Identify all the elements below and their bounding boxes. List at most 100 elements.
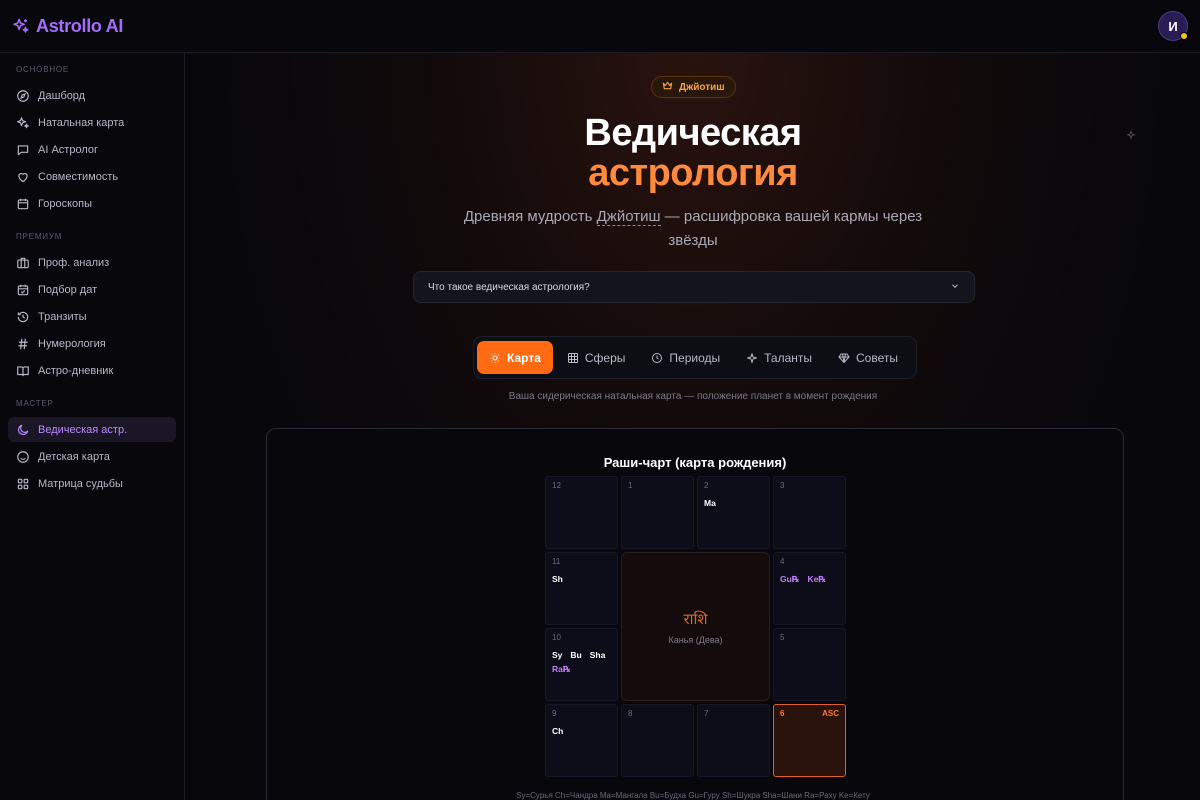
jyotish-badge: Джйотиш — [651, 76, 736, 98]
chart-legend: Sy=Сурья Ch=Чандра Ma=Мангала Bu=Будха G… — [516, 791, 870, 800]
house-cell-4[interactable]: 4 Gu℞ Ke℞ — [773, 552, 846, 625]
sidebar-item-vedic-astrology[interactable]: Ведическая астр. — [8, 417, 176, 442]
house-cell-6[interactable]: 6 ASC — [773, 704, 846, 777]
subtitle-text: Древняя мудрость — [463, 208, 597, 225]
house-cell-12[interactable]: 12 — [545, 476, 618, 549]
house-cell-1[interactable]: 1 — [621, 476, 694, 549]
planet-label: Gu℞ — [780, 574, 800, 584]
sparkles-icon — [16, 116, 30, 130]
house-cell-5[interactable]: 5 — [773, 628, 846, 701]
sidebar-item-label: Гороскопы — [38, 197, 92, 210]
brand[interactable]: Astrollo AI — [12, 16, 123, 37]
planet-label: Sha — [589, 650, 606, 660]
sidebar-item-label: Детская карта — [38, 450, 110, 463]
chat-icon — [16, 143, 30, 157]
hash-icon — [16, 337, 30, 351]
sidebar-item-label: Астро-дневник — [38, 364, 114, 377]
house-cell-2[interactable]: 2 Ma — [697, 476, 770, 549]
sidebar-item-label: Дашборд — [38, 89, 86, 102]
sidebar-item-date-picker[interactable]: Подбор дат — [8, 277, 176, 302]
compass-icon — [16, 89, 30, 103]
chevron-down-icon — [950, 281, 960, 294]
house-cell-11[interactable]: 11 Sh — [545, 552, 618, 625]
calendar-check-icon — [16, 283, 30, 297]
accordion-label: Что такое ведическая астрология? — [428, 281, 590, 293]
sidebar-item-dashboard[interactable]: Дашборд — [8, 83, 176, 108]
tab-label: Сферы — [584, 350, 626, 365]
history-icon — [16, 310, 30, 324]
center-sign: Канья (Дева) — [668, 634, 723, 645]
house-cell-7[interactable]: 7 — [697, 704, 770, 777]
house-number: 1 — [628, 481, 633, 490]
sidebar-item-natal-chart[interactable]: Натальная карта — [8, 110, 176, 135]
asc-label: ASC — [822, 709, 839, 718]
house-planets: Sh — [552, 572, 611, 586]
tab-periods[interactable]: Периоды — [639, 341, 732, 374]
sidebar-item-label: Матрица судьбы — [38, 477, 123, 490]
grid-icon — [16, 477, 30, 491]
planet-label: Ra℞ — [552, 664, 571, 674]
subtitle-text: — расшифровка вашей кармы через звёзды — [660, 208, 923, 249]
tab-advice[interactable]: Советы — [826, 341, 910, 374]
sidebar-item-label: Совместимость — [38, 170, 119, 183]
house-number: 5 — [780, 633, 785, 642]
house-cell-10[interactable]: 10 Sy Bu Sha Ra℞ — [545, 628, 618, 701]
moon-icon — [16, 423, 30, 437]
planet-label: Bu — [570, 650, 582, 660]
sidebar-item-label: AI Астролог — [38, 143, 98, 156]
tab-label: Таланты — [764, 350, 812, 365]
tab-caption: Ваша сидерическая натальная карта — поло… — [508, 391, 878, 402]
sidebar-item-label: Ведическая астр. — [38, 423, 128, 436]
house-number: 8 — [628, 709, 633, 718]
sparkle-decoration-icon — [1125, 129, 1137, 141]
sidebar-item-label: Транзиты — [38, 310, 87, 323]
faq-accordion[interactable]: Что такое ведическая астрология? — [413, 271, 975, 303]
clock-icon — [651, 352, 663, 364]
tab-spheres[interactable]: Сферы — [555, 341, 638, 374]
tab-label: Периоды — [669, 350, 721, 365]
house-number: 7 — [704, 709, 709, 718]
page-title: Ведическая астрология — [186, 113, 1200, 193]
house-planets: Sy Bu Sha Ra℞ — [552, 648, 611, 676]
sidebar-item-child-chart[interactable]: Детская карта — [8, 444, 176, 469]
sidebar: ОСНОВНОЕ Дашборд Натальная карта AI Астр… — [0, 53, 185, 800]
sidebar-item-transits[interactable]: Транзиты — [8, 304, 176, 329]
planet-label: Sh — [552, 574, 563, 584]
sidebar-item-numerology[interactable]: Нумерология — [8, 331, 176, 356]
house-planets: Ch — [552, 724, 611, 738]
sidebar-item-ai-astrologer[interactable]: AI Астролог — [8, 137, 176, 162]
planet-label: Sy — [552, 650, 563, 660]
sparkle-icon — [746, 352, 758, 364]
sidebar-section-title: МАСТЕР — [16, 399, 54, 408]
tab-label: Карта — [507, 350, 541, 365]
crown-icon — [662, 80, 673, 94]
jyotish-term[interactable]: Джйотиш — [596, 208, 661, 226]
sidebar-section-title: ОСНОВНОЕ — [16, 65, 70, 74]
sidebar-item-destiny-matrix[interactable]: Матрица судьбы — [8, 471, 176, 496]
avatar[interactable]: И — [1158, 11, 1188, 41]
house-cell-8[interactable]: 8 — [621, 704, 694, 777]
house-cell-3[interactable]: 3 — [773, 476, 846, 549]
tab-chart[interactable]: Карта — [477, 341, 553, 374]
sun-icon — [489, 352, 501, 364]
center-script: राशि — [683, 609, 708, 628]
tab-talents[interactable]: Таланты — [734, 341, 824, 374]
sidebar-item-astro-diary[interactable]: Астро-дневник — [8, 358, 176, 383]
top-bar: Astrollo AI И — [0, 0, 1200, 53]
sidebar-item-compatibility[interactable]: Совместимость — [8, 164, 176, 189]
sidebar-item-label: Нумерология — [38, 337, 106, 350]
sidebar-item-horoscopes[interactable]: Гороскопы — [8, 191, 176, 216]
house-number: 11 — [552, 557, 561, 566]
page-title-line2: астрология — [588, 152, 798, 194]
sidebar-item-prof-analysis[interactable]: Проф. анализ — [8, 250, 176, 275]
house-cell-9[interactable]: 9 Ch — [545, 704, 618, 777]
main-content: Джйотиш Ведическая астрология Древняя му… — [186, 53, 1200, 800]
sparkles-logo-icon — [12, 17, 30, 35]
planet-label: Ke℞ — [807, 574, 826, 584]
sidebar-item-label: Подбор дат — [38, 283, 98, 296]
house-number: 2 — [704, 481, 709, 490]
house-number: 4 — [780, 557, 785, 566]
house-planets: Gu℞ Ke℞ — [780, 572, 839, 586]
briefcase-icon — [16, 256, 30, 270]
house-number: 10 — [552, 633, 561, 642]
